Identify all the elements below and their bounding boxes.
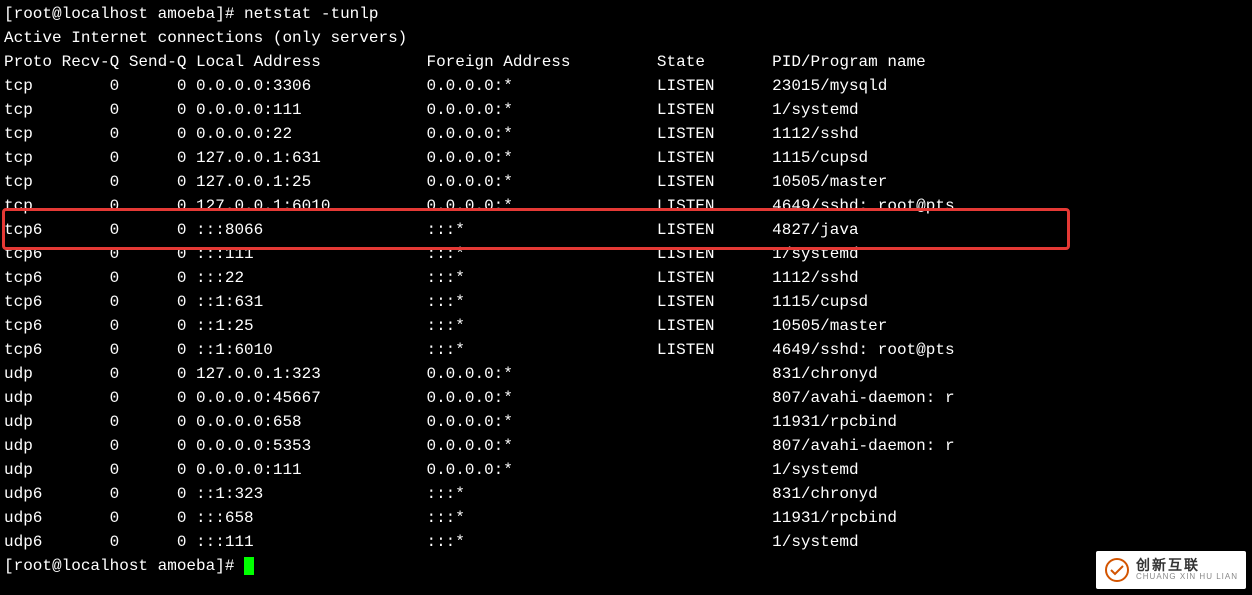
watermark-badge: 创新互联 CHUANG XIN HU LIAN <box>1096 551 1246 589</box>
netstat-row: tcp 0 0 127.0.0.1:631 0.0.0.0:* LISTEN 1… <box>4 146 1248 170</box>
watermark-title: 创新互联 <box>1136 558 1238 573</box>
command-line: [root@localhost amoeba]# netstat -tunlp <box>4 2 1248 26</box>
netstat-row: udp 0 0 0.0.0.0:5353 0.0.0.0:* 807/avahi… <box>4 434 1248 458</box>
shell-prompt: [root@localhost amoeba]# <box>4 557 244 575</box>
netstat-row: tcp 0 0 0.0.0.0:22 0.0.0.0:* LISTEN 1112… <box>4 122 1248 146</box>
trailing-prompt-line[interactable]: [root@localhost amoeba]# <box>4 554 1248 578</box>
netstat-row: tcp6 0 0 ::1:6010 :::* LISTEN 4649/sshd:… <box>4 338 1248 362</box>
netstat-row: tcp6 0 0 :::8066 :::* LISTEN 4827/java <box>4 218 1248 242</box>
netstat-row: udp 0 0 0.0.0.0:45667 0.0.0.0:* 807/avah… <box>4 386 1248 410</box>
netstat-row: tcp 0 0 127.0.0.1:25 0.0.0.0:* LISTEN 10… <box>4 170 1248 194</box>
netstat-row: udp6 0 0 :::658 :::* 11931/rpcbind <box>4 506 1248 530</box>
netstat-row: udp 0 0 0.0.0.0:658 0.0.0.0:* 11931/rpcb… <box>4 410 1248 434</box>
netstat-row: tcp 0 0 127.0.0.1:6010 0.0.0.0:* LISTEN … <box>4 194 1248 218</box>
netstat-row: udp 0 0 127.0.0.1:323 0.0.0.0:* 831/chro… <box>4 362 1248 386</box>
netstat-row: udp6 0 0 :::111 :::* 1/systemd <box>4 530 1248 554</box>
netstat-row: tcp6 0 0 ::1:631 :::* LISTEN 1115/cupsd <box>4 290 1248 314</box>
netstat-row: tcp6 0 0 ::1:25 :::* LISTEN 10505/master <box>4 314 1248 338</box>
cursor-icon <box>244 557 254 575</box>
netstat-row: tcp 0 0 0.0.0.0:111 0.0.0.0:* LISTEN 1/s… <box>4 98 1248 122</box>
watermark-logo-icon <box>1104 557 1130 583</box>
netstat-row: udp6 0 0 ::1:323 :::* 831/chronyd <box>4 482 1248 506</box>
netstat-row: tcp 0 0 0.0.0.0:3306 0.0.0.0:* LISTEN 23… <box>4 74 1248 98</box>
netstat-row: tcp6 0 0 :::22 :::* LISTEN 1112/sshd <box>4 266 1248 290</box>
netstat-row: udp 0 0 0.0.0.0:111 0.0.0.0:* 1/systemd <box>4 458 1248 482</box>
column-headers: Proto Recv-Q Send-Q Local Address Foreig… <box>4 50 1248 74</box>
watermark-subtitle: CHUANG XIN HU LIAN <box>1136 573 1238 582</box>
netstat-row: tcp6 0 0 :::111 :::* LISTEN 1/systemd <box>4 242 1248 266</box>
typed-command: netstat -tunlp <box>244 5 378 23</box>
netstat-rows: tcp 0 0 0.0.0.0:3306 0.0.0.0:* LISTEN 23… <box>4 74 1248 554</box>
shell-prompt: [root@localhost amoeba]# <box>4 5 244 23</box>
output-header: Active Internet connections (only server… <box>4 26 1248 50</box>
